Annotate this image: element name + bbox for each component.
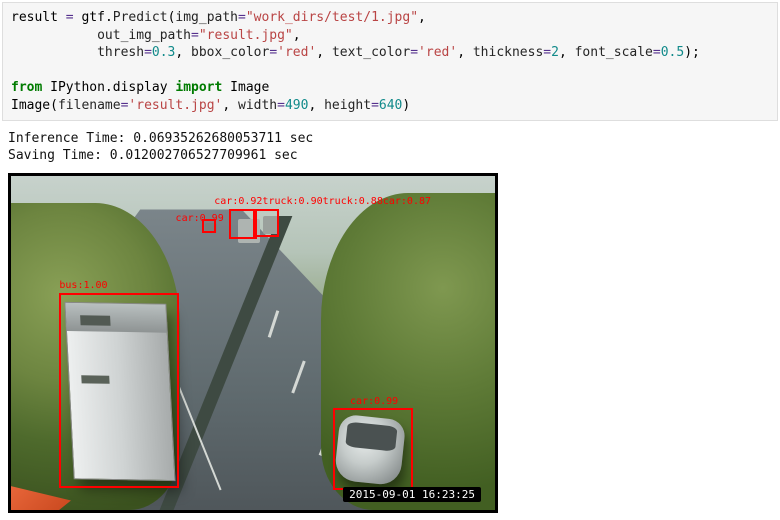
cls-image: Image	[230, 80, 269, 95]
kw-thickness: thickness	[473, 45, 543, 60]
fn-predict: Predict	[113, 10, 168, 25]
op-eq2: =	[191, 28, 199, 43]
kw-filename: filename	[58, 98, 121, 113]
cls-image2: Image	[11, 98, 50, 113]
var-result: result	[11, 10, 58, 25]
kw-from: from	[11, 80, 42, 95]
val-filename: 'result.jpg'	[128, 98, 222, 113]
op-eq7: =	[653, 45, 661, 60]
output-text: Inference Time: 0.06935262680053711 sec …	[0, 127, 780, 171]
kw-imgpath: img_path	[175, 10, 238, 25]
val-thresh: 0.3	[152, 45, 175, 60]
code-cell: result = gtf.Predict(img_path="work_dirs…	[2, 2, 778, 121]
det-box-cluster2	[253, 209, 279, 237]
val-imgpath: "work_dirs/test/1.jpg"	[246, 10, 418, 25]
val-outimgpath: "result.jpg"	[199, 28, 293, 43]
mod-ipython: IPython.display	[50, 80, 167, 95]
val-thickness: 2	[551, 45, 559, 60]
frame-timestamp: 2015-09-01 16:23:25	[343, 487, 481, 502]
op-eq3: =	[144, 45, 152, 60]
op-eq5: =	[410, 45, 418, 60]
det-label-near-car: car:0.99	[350, 396, 398, 407]
op-eq10: =	[371, 98, 379, 113]
kw-fontscale: font_scale	[575, 45, 653, 60]
kw-outimgpath: out_img_path	[97, 28, 191, 43]
op-assign: =	[66, 10, 74, 25]
kw-height: height	[324, 98, 371, 113]
det-box-near-car	[333, 408, 413, 490]
obj-gtf: gtf	[81, 10, 104, 25]
kw-bboxcolor: bbox_color	[191, 45, 269, 60]
op-eq9: =	[277, 98, 285, 113]
op-eq: =	[238, 10, 246, 25]
op-eq4: =	[269, 45, 277, 60]
val-height: 640	[379, 98, 402, 113]
kw-textcolor: text_color	[332, 45, 410, 60]
kw-thresh: thresh	[97, 45, 144, 60]
kw-import: import	[175, 80, 222, 95]
det-label-far-car: car:0.99	[176, 213, 224, 224]
det-box-bus	[59, 293, 179, 488]
det-label-bus: bus:1.00	[59, 280, 107, 291]
result-image: bus:1.00 car:0.99 car:0.92truck:0.90truc…	[8, 173, 498, 513]
inference-time-line: Inference Time: 0.06935262680053711 sec	[8, 131, 313, 146]
val-bboxcolor: 'red'	[277, 45, 316, 60]
kw-width: width	[238, 98, 277, 113]
det-label-cluster: car:0.92truck:0.90truck:0.88car:0.87	[214, 196, 431, 207]
val-fontscale: 0.5	[661, 45, 684, 60]
val-textcolor: 'red'	[418, 45, 457, 60]
val-width: 490	[285, 98, 308, 113]
saving-time-line: Saving Time: 0.012002706527709961 sec	[8, 148, 298, 163]
op-eq6: =	[543, 45, 551, 60]
scene: bus:1.00 car:0.99 car:0.92truck:0.90truc…	[11, 176, 495, 510]
